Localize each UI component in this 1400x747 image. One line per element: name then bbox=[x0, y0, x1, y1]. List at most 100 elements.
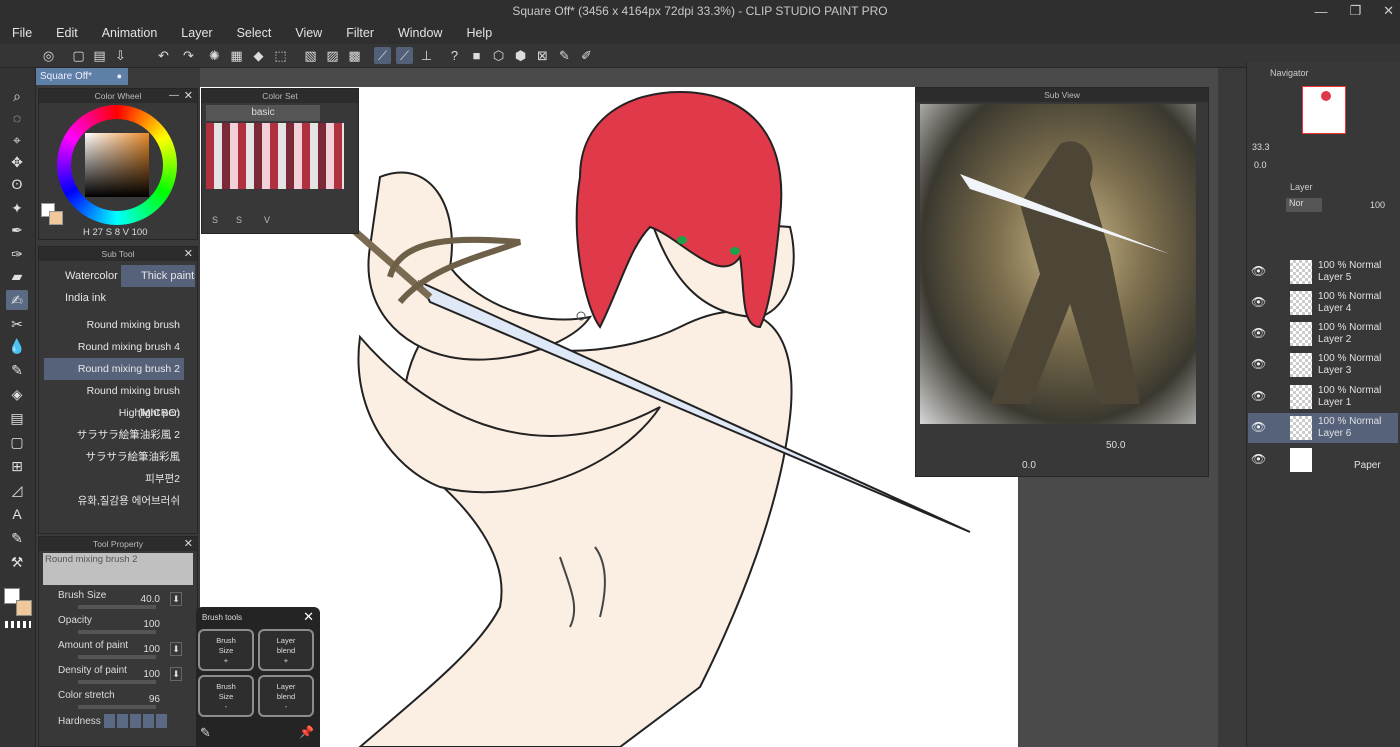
eyedropper-icon[interactable]: ✒ bbox=[6, 220, 28, 240]
transparent-color-icon[interactable] bbox=[5, 621, 31, 628]
sub-view-zoom[interactable]: 50.0 bbox=[1106, 440, 1125, 451]
figure-icon[interactable]: ▢ bbox=[6, 432, 28, 452]
layer-row[interactable]: 👁 100 % Normal Layer 1 bbox=[1248, 382, 1398, 412]
eye-icon[interactable]: 👁 bbox=[1251, 326, 1266, 340]
menu-layer[interactable]: Layer bbox=[169, 26, 224, 40]
layer-blend-minus-button[interactable]: Layer blend - bbox=[258, 675, 314, 717]
brush-item[interactable]: Round mixing brush bbox=[44, 314, 184, 336]
invert-selection-icon[interactable]: ⊠ bbox=[534, 47, 551, 64]
layer-row-selected[interactable]: 👁 100 % Normal Layer 6 bbox=[1248, 413, 1398, 443]
swatch-tool-3[interactable]: V bbox=[264, 215, 270, 225]
pen-pressure-icon[interactable]: ✎ bbox=[556, 47, 573, 64]
property-brush-size[interactable]: Brush Size 40.0 ⬇ bbox=[44, 588, 194, 612]
save-icon[interactable]: ⇩ bbox=[112, 47, 129, 64]
navigator-zoom[interactable]: 33.3 bbox=[1252, 142, 1270, 152]
brush-item-selected[interactable]: Round mixing brush 2 bbox=[44, 358, 184, 380]
pen-icon[interactable]: ✑ bbox=[6, 244, 28, 264]
menu-file[interactable]: File bbox=[0, 26, 44, 40]
eye-icon[interactable]: 👁 bbox=[1251, 420, 1266, 434]
sub-color-chip[interactable] bbox=[49, 211, 63, 225]
property-density-of-paint[interactable]: Density of paint 100 ⬇ bbox=[44, 663, 194, 687]
saturation-value-square[interactable] bbox=[85, 133, 149, 197]
new-file-icon[interactable]: ▢ bbox=[70, 47, 87, 64]
property-opacity[interactable]: Opacity 100 bbox=[44, 613, 194, 637]
auto-select-icon[interactable]: ⌖ bbox=[6, 130, 28, 150]
pressure-icon[interactable]: ⬇ bbox=[170, 592, 182, 606]
property-color-stretch[interactable]: Color stretch 96 bbox=[44, 688, 194, 712]
eye-icon[interactable]: 👁 bbox=[1251, 357, 1266, 371]
decoration-icon[interactable]: ✂ bbox=[6, 314, 28, 334]
menu-view[interactable]: View bbox=[283, 26, 334, 40]
text-icon[interactable]: A bbox=[6, 504, 28, 524]
navigator-preview[interactable] bbox=[1302, 86, 1346, 134]
clear-icon[interactable]: ▧ bbox=[302, 47, 319, 64]
brush-item[interactable]: Round mixing brush (MICRO) bbox=[44, 380, 184, 419]
paper-layer-row[interactable]: 👁 Paper bbox=[1248, 445, 1398, 475]
property-amount-of-paint[interactable]: Amount of paint 100 ⬇ bbox=[44, 638, 194, 662]
sub-view-rotation[interactable]: 0.0 bbox=[1022, 460, 1036, 471]
gradient-icon[interactable]: ▤ bbox=[6, 408, 28, 428]
brush-size-minus-button[interactable]: Brush Size - bbox=[198, 675, 254, 717]
tab-india-ink[interactable]: India ink bbox=[45, 287, 119, 309]
frame-icon[interactable]: ⊞ bbox=[6, 456, 28, 476]
blend-icon[interactable]: 💧 bbox=[6, 336, 28, 356]
pen-stabilize-icon[interactable]: ✐ bbox=[578, 47, 595, 64]
undo-icon[interactable]: ↶ bbox=[155, 47, 172, 64]
loading-icon[interactable]: ✺ bbox=[206, 47, 223, 64]
balloon-icon[interactable]: ✎ bbox=[6, 528, 28, 548]
magic-wand-icon[interactable]: ✦ bbox=[6, 198, 28, 218]
lasso-select-icon[interactable]: ʘ bbox=[6, 174, 28, 194]
eraser-icon[interactable]: ▰ bbox=[6, 266, 28, 286]
transform-icon[interactable]: ▦ bbox=[228, 47, 245, 64]
clear-outside-icon[interactable]: ▨ bbox=[324, 47, 341, 64]
menu-edit[interactable]: Edit bbox=[44, 26, 90, 40]
menu-animation[interactable]: Animation bbox=[90, 26, 170, 40]
move-icon[interactable]: ✥ bbox=[6, 152, 28, 172]
pin-icon[interactable]: 📌 bbox=[299, 725, 314, 739]
layer-row[interactable]: 👁 100 % Normal Layer 5 bbox=[1248, 257, 1398, 287]
hardness-selector[interactable] bbox=[104, 714, 168, 728]
reference-image[interactable] bbox=[920, 104, 1196, 424]
close-icon[interactable]: ✕ bbox=[303, 609, 314, 625]
eyedropper-icon[interactable]: ✎ bbox=[200, 725, 211, 741]
clip-studio-icon[interactable]: ◎ bbox=[40, 47, 57, 64]
snap-special-ruler-icon[interactable]: ⟋ bbox=[396, 47, 413, 64]
pressure-icon[interactable]: ⬇ bbox=[170, 642, 182, 656]
snap-grid-icon[interactable]: ⊥ bbox=[418, 47, 435, 64]
eye-icon[interactable]: 👁 bbox=[1251, 295, 1266, 309]
brush-item[interactable]: サラサラ絵筆油彩風 bbox=[44, 446, 184, 468]
menu-select[interactable]: Select bbox=[225, 26, 284, 40]
menu-help[interactable]: Help bbox=[454, 26, 504, 40]
layer-blend-plus-button[interactable]: Layer blend + bbox=[258, 629, 314, 671]
menu-filter[interactable]: Filter bbox=[334, 26, 386, 40]
layer-row[interactable]: 👁 100 % Normal Layer 3 bbox=[1248, 350, 1398, 380]
fill-selection-icon[interactable]: ▩ bbox=[346, 47, 363, 64]
blend-mode-select[interactable]: Nor bbox=[1286, 198, 1322, 212]
maximize-button[interactable]: ❐ bbox=[1349, 3, 1361, 19]
close-button[interactable]: ✕ bbox=[1383, 3, 1394, 19]
eye-icon[interactable]: 👁 bbox=[1251, 389, 1266, 403]
menu-window[interactable]: Window bbox=[386, 26, 454, 40]
crop-icon[interactable]: ⬚ bbox=[272, 47, 289, 64]
close-icon[interactable]: ✕ bbox=[184, 537, 193, 551]
brush-icon[interactable]: ✍ bbox=[6, 290, 28, 310]
brush-item[interactable]: Highlight pen bbox=[44, 402, 184, 424]
color-swatch-grid[interactable] bbox=[206, 123, 344, 189]
document-tab[interactable]: Square Off* ● bbox=[36, 68, 128, 85]
close-icon[interactable]: ✕ bbox=[184, 247, 193, 261]
color-swatch-icon[interactable]: ■ bbox=[468, 47, 485, 64]
layer-row[interactable]: 👁 100 % Normal Layer 4 bbox=[1248, 288, 1398, 318]
zoom-icon[interactable]: ⌕ bbox=[6, 86, 28, 106]
open-file-icon[interactable]: ▤ bbox=[91, 47, 108, 64]
help-icon[interactable]: ? bbox=[446, 47, 463, 64]
tab-watercolor[interactable]: Watercolor bbox=[45, 265, 119, 287]
select-icon[interactable]: ⬡ bbox=[490, 47, 507, 64]
airbrush-icon[interactable]: ✎ bbox=[6, 360, 28, 380]
brush-size-plus-button[interactable]: Brush Size + bbox=[198, 629, 254, 671]
close-icon[interactable]: ✕ bbox=[184, 89, 193, 103]
hue-ring[interactable] bbox=[57, 105, 177, 225]
navigator-angle[interactable]: 0.0 bbox=[1254, 160, 1267, 170]
fill-icon[interactable]: ◆ bbox=[250, 47, 267, 64]
pressure-icon[interactable]: ⬇ bbox=[170, 667, 182, 681]
eye-icon[interactable]: 👁 bbox=[1251, 264, 1266, 278]
